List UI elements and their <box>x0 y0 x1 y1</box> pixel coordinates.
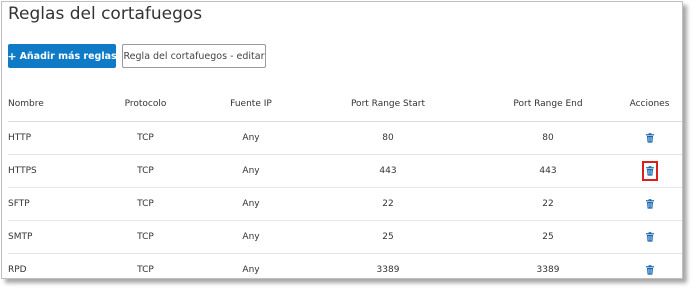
cell-port-start: 80 <box>308 121 468 155</box>
cell-port-end: 80 <box>468 121 628 155</box>
add-rules-label: Añadir más reglas <box>19 50 117 62</box>
cell-name: SFTP <box>8 187 97 221</box>
cell-actions <box>628 220 682 254</box>
cell-source-ip: Any <box>194 154 308 188</box>
table-row: HTTPS TCP Any 443 443 <box>8 154 682 188</box>
cell-source-ip: Any <box>194 187 308 221</box>
cell-actions <box>628 254 682 279</box>
firewall-rules-panel: Reglas del cortafuegos + Añadir más regl… <box>1 1 683 279</box>
cell-port-end: 3389 <box>536 265 560 275</box>
table-row: SFTP TCP Any 22 22 <box>8 187 682 221</box>
cell-protocol: TCP <box>97 187 194 221</box>
column-header-actions: Acciones <box>628 87 682 122</box>
cell-name: RPD <box>8 265 27 275</box>
cell-name: HTTP <box>8 121 97 155</box>
delete-rule-trash-icon[interactable] <box>645 198 655 209</box>
column-header-port-start: Port Range Start <box>308 87 468 122</box>
table-header-row: Nombre Protocolo Fuente IP Port Range St… <box>8 87 682 122</box>
page-title: Reglas del cortafuegos <box>8 4 203 24</box>
cell-actions <box>628 187 682 221</box>
delete-rule-trash-icon[interactable] <box>645 231 655 242</box>
column-header-source-ip: Fuente IP <box>194 87 308 122</box>
cell-protocol: TCP <box>97 154 194 188</box>
cell-source-ip: Any <box>242 265 260 275</box>
delete-rule-trash-icon[interactable] <box>645 264 655 275</box>
cell-protocol: TCP <box>97 220 194 254</box>
cell-name: HTTPS <box>8 154 97 188</box>
highlight-box <box>641 161 658 181</box>
cell-protocol: TCP <box>97 121 194 155</box>
column-header-name: Nombre <box>8 87 97 122</box>
cell-port-start: 443 <box>308 154 468 188</box>
delete-rule-trash-icon[interactable] <box>645 132 655 143</box>
edit-firewall-rule-label: Regla del cortafuegos - editar <box>123 50 265 62</box>
table-row: SMTP TCP Any 25 25 <box>8 220 682 254</box>
cell-source-ip: Any <box>194 121 308 155</box>
delete-rule-trash-icon[interactable] <box>645 166 655 176</box>
cell-protocol: TCP <box>137 265 154 275</box>
cell-port-end: 443 <box>468 154 628 188</box>
firewall-rules-table: Nombre Protocolo Fuente IP Port Range St… <box>8 87 682 279</box>
cell-port-start: 25 <box>308 220 468 254</box>
cell-port-end: 22 <box>468 187 628 221</box>
cell-port-end: 25 <box>468 220 628 254</box>
table-row: RPD TCP Any 3389 3389 <box>8 254 682 279</box>
cell-port-start: 22 <box>308 187 468 221</box>
cell-port-start: 3389 <box>376 265 400 275</box>
cell-actions <box>628 121 682 155</box>
cell-actions <box>628 154 682 188</box>
add-rules-button[interactable]: + Añadir más reglas <box>7 44 117 68</box>
cell-source-ip: Any <box>194 220 308 254</box>
column-header-port-end: Port Range End <box>468 87 628 122</box>
cell-name: SMTP <box>8 220 97 254</box>
edit-firewall-rule-button[interactable]: Regla del cortafuegos - editar <box>122 44 266 68</box>
plus-icon: + <box>7 49 17 63</box>
column-header-protocol: Protocolo <box>97 87 194 122</box>
table-row: HTTP TCP Any 80 80 <box>8 121 682 155</box>
